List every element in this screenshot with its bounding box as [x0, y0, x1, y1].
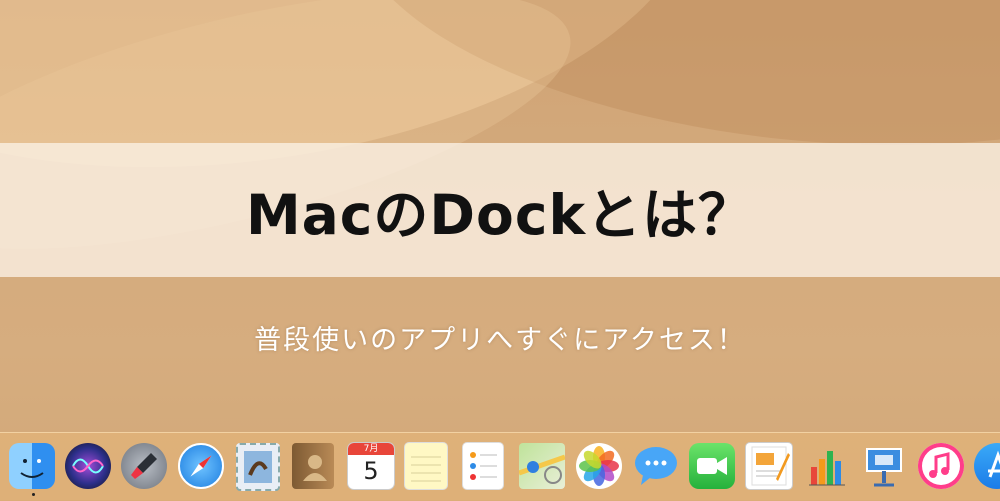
- finder-icon[interactable]: [9, 443, 55, 489]
- title-banner: MacのDockとは？: [0, 143, 1000, 277]
- keynote-icon[interactable]: [861, 443, 907, 489]
- calendar-month: 7月: [348, 443, 394, 455]
- running-indicator: [32, 493, 35, 496]
- calendar-day: 5: [363, 457, 379, 485]
- itunes-icon[interactable]: [918, 443, 964, 489]
- calendar-icon[interactable]: 7月 5: [348, 443, 394, 489]
- page-title: MacのDockとは？: [245, 183, 755, 247]
- safari-icon[interactable]: [178, 443, 224, 489]
- pages-icon[interactable]: [746, 443, 792, 489]
- photos-icon[interactable]: [576, 443, 622, 489]
- page-subtitle: 普段使いのアプリへすぐにアクセス！: [254, 325, 746, 356]
- numbers-icon[interactable]: [805, 443, 851, 489]
- messages-icon[interactable]: [633, 443, 679, 489]
- contacts-icon[interactable]: [292, 443, 334, 489]
- maps-icon[interactable]: [519, 443, 565, 489]
- launchpad-icon[interactable]: [121, 443, 167, 489]
- facetime-icon[interactable]: [689, 443, 735, 489]
- reminders-icon[interactable]: [463, 443, 503, 489]
- mail-icon[interactable]: [236, 443, 280, 491]
- notes-icon[interactable]: [405, 443, 447, 489]
- siri-icon[interactable]: [65, 443, 111, 489]
